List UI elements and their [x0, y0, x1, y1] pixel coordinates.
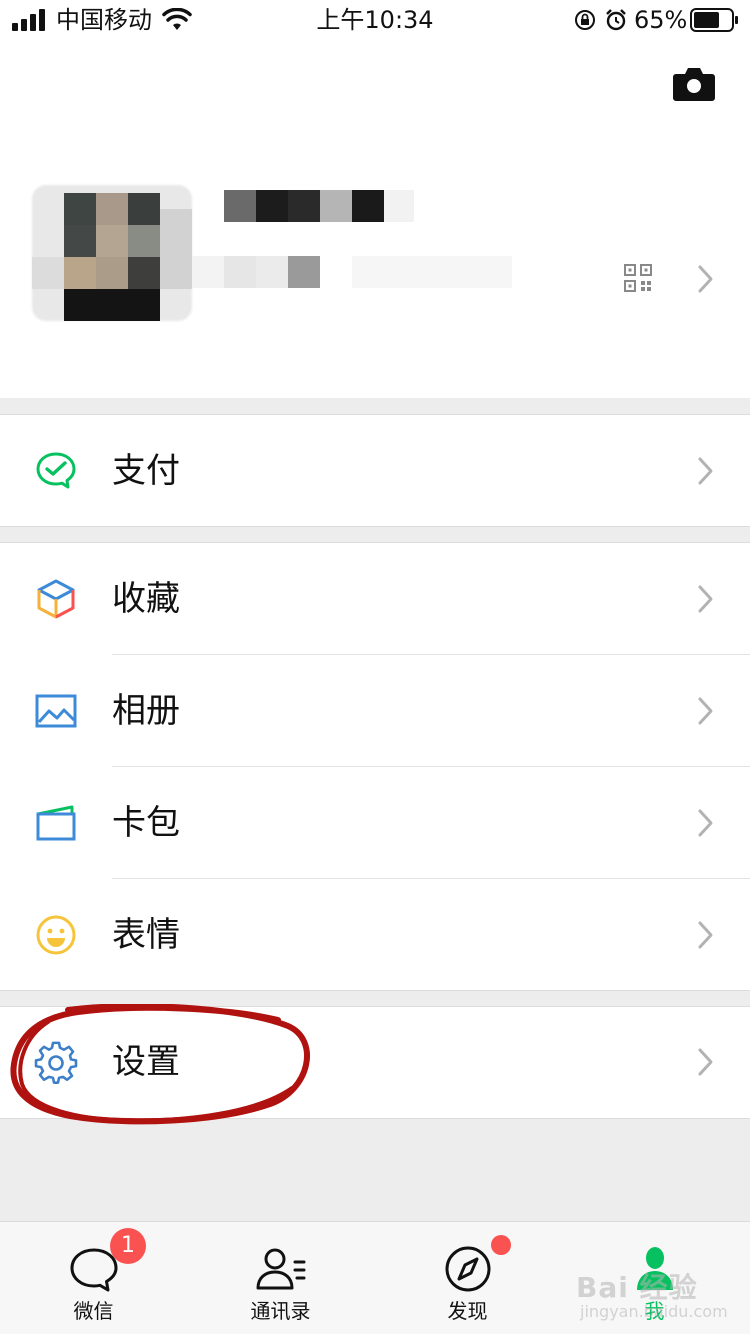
- sticker-smile-icon: [36, 915, 76, 955]
- unread-badge: 1: [110, 1228, 146, 1264]
- menu-item-label: 卡包: [112, 803, 180, 843]
- chevron-right-icon: [698, 1048, 713, 1076]
- chevron-right-icon: [698, 265, 713, 293]
- discover-compass-icon: [445, 1246, 490, 1292]
- chevron-right-icon: [698, 585, 713, 613]
- chevron-right-icon: [698, 697, 713, 725]
- wechat-id-redacted: [190, 256, 520, 290]
- card-wallet-icon: [36, 805, 76, 841]
- menu-item-label: 设置: [112, 1042, 180, 1082]
- qr-code-icon[interactable]: [624, 264, 652, 292]
- menu-item-label: 表情: [112, 915, 180, 955]
- baidu-watermark: Bai 经验: [576, 1271, 698, 1304]
- alarm-icon: [606, 9, 626, 31]
- menu-item-label: 收藏: [112, 579, 180, 619]
- chevron-right-icon: [698, 457, 713, 485]
- menu-item-label: 支付: [112, 451, 180, 491]
- pay-icon: [36, 452, 76, 489]
- menu-item-album[interactable]: 相册: [0, 655, 750, 767]
- menu-item-settings[interactable]: 设置: [0, 1007, 750, 1118]
- camera-icon[interactable]: [672, 66, 716, 102]
- nickname-redacted: [222, 190, 422, 226]
- menu-item-label: 相册: [112, 691, 180, 731]
- settings-gear-icon: [34, 1041, 78, 1084]
- menu-group-pay: 支付: [0, 414, 750, 527]
- profile-header[interactable]: [0, 40, 750, 398]
- tab-discover[interactable]: 发现: [374, 1222, 561, 1334]
- baidu-watermark-url: jingyan.baidu.com: [580, 1302, 728, 1321]
- menu-group-settings: 设置: [0, 1006, 750, 1119]
- chevron-right-icon: [698, 809, 713, 837]
- battery-percent: 65%: [634, 6, 688, 34]
- orientation-lock-icon: [575, 10, 595, 30]
- album-image-icon: [35, 694, 77, 728]
- chevron-right-icon: [698, 921, 713, 949]
- new-dot-badge: [491, 1235, 511, 1255]
- menu-item-favorites[interactable]: 收藏: [0, 543, 750, 655]
- contacts-icon: [256, 1248, 305, 1290]
- menu-item-card-wallet[interactable]: 卡包: [0, 767, 750, 879]
- status-bar: 中国移动 上午10:34 65%: [0, 0, 750, 40]
- menu-item-stickers[interactable]: 表情: [0, 879, 750, 991]
- menu-item-pay[interactable]: 支付: [0, 415, 750, 527]
- tab-label: 微信: [73, 1299, 114, 1323]
- menu-group-content: 收藏 相册 卡包 表情: [0, 542, 750, 991]
- avatar[interactable]: [32, 185, 192, 321]
- tab-chats[interactable]: 1 微信: [0, 1222, 187, 1334]
- tab-contacts[interactable]: 通讯录: [187, 1222, 374, 1334]
- favorites-cube-icon: [37, 579, 75, 619]
- tab-label: 通讯录: [250, 1299, 311, 1323]
- battery-icon: [690, 8, 738, 32]
- tab-label: 发现: [447, 1299, 488, 1323]
